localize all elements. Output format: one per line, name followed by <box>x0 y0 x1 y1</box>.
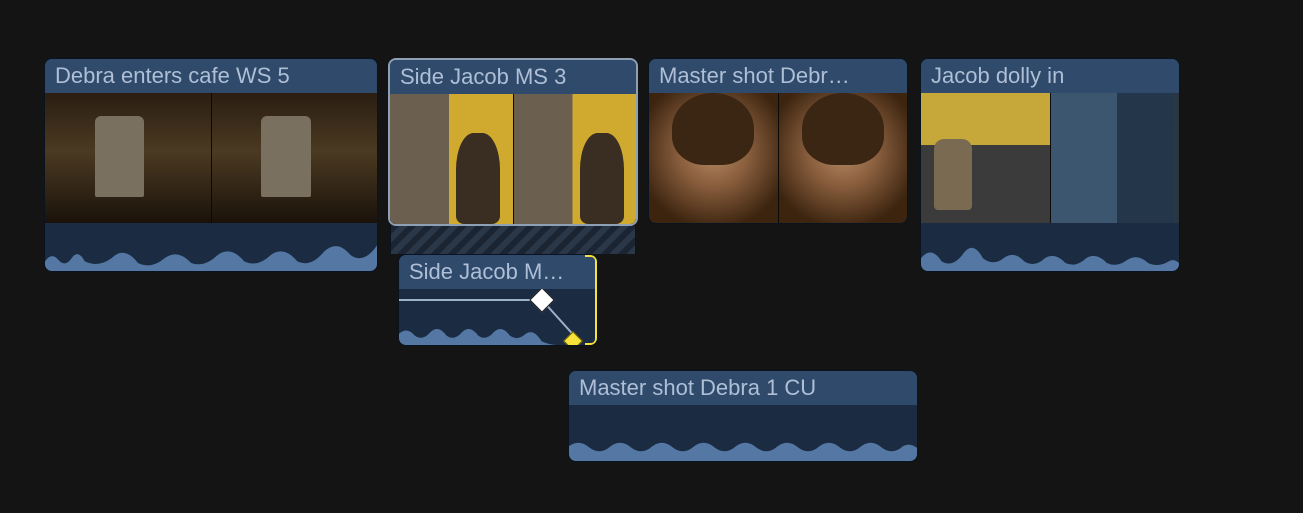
detached-audio-link-region <box>390 226 636 254</box>
thumbnail <box>649 93 779 223</box>
audio-waveform[interactable] <box>399 289 597 345</box>
detached-audio-side-jacob[interactable]: Side Jacob M… <box>398 254 598 346</box>
clip-master-shot-debra[interactable]: Master shot Debr… <box>648 58 908 224</box>
clip-audio-waveform[interactable] <box>45 223 377 271</box>
clip-title: Master shot Debra 1 CU <box>569 371 917 405</box>
clip-thumbnails <box>921 93 1179 223</box>
clip-side-jacob-ms[interactable]: Side Jacob MS 3 <box>388 58 638 226</box>
clip-thumbnails <box>649 93 907 223</box>
thumbnail <box>921 93 1051 223</box>
clip-title: Jacob dolly in <box>921 59 1179 93</box>
connected-audio-master-shot-debra[interactable]: Master shot Debra 1 CU <box>568 370 918 462</box>
clip-thumbnails <box>390 94 636 224</box>
audio-waveform[interactable] <box>569 405 917 461</box>
clip-thumbnails <box>45 93 377 223</box>
thumbnail <box>390 94 514 224</box>
clip-title: Side Jacob MS 3 <box>390 60 636 94</box>
thumbnail <box>212 93 378 223</box>
clip-debra-enters-cafe[interactable]: Debra enters cafe WS 5 <box>44 58 378 272</box>
thumbnail <box>1051 93 1180 223</box>
thumbnail <box>45 93 212 223</box>
timeline-canvas[interactable]: Debra enters cafe WS 5 Side Jacob MS 3 M… <box>0 0 1303 513</box>
thumbnail <box>779 93 908 223</box>
clip-title: Side Jacob M… <box>399 255 597 289</box>
clip-audio-waveform[interactable] <box>921 223 1179 271</box>
thumbnail <box>514 94 637 224</box>
clip-jacob-dolly-in[interactable]: Jacob dolly in <box>920 58 1180 272</box>
clip-title: Debra enters cafe WS 5 <box>45 59 377 93</box>
clip-title: Master shot Debr… <box>649 59 907 93</box>
